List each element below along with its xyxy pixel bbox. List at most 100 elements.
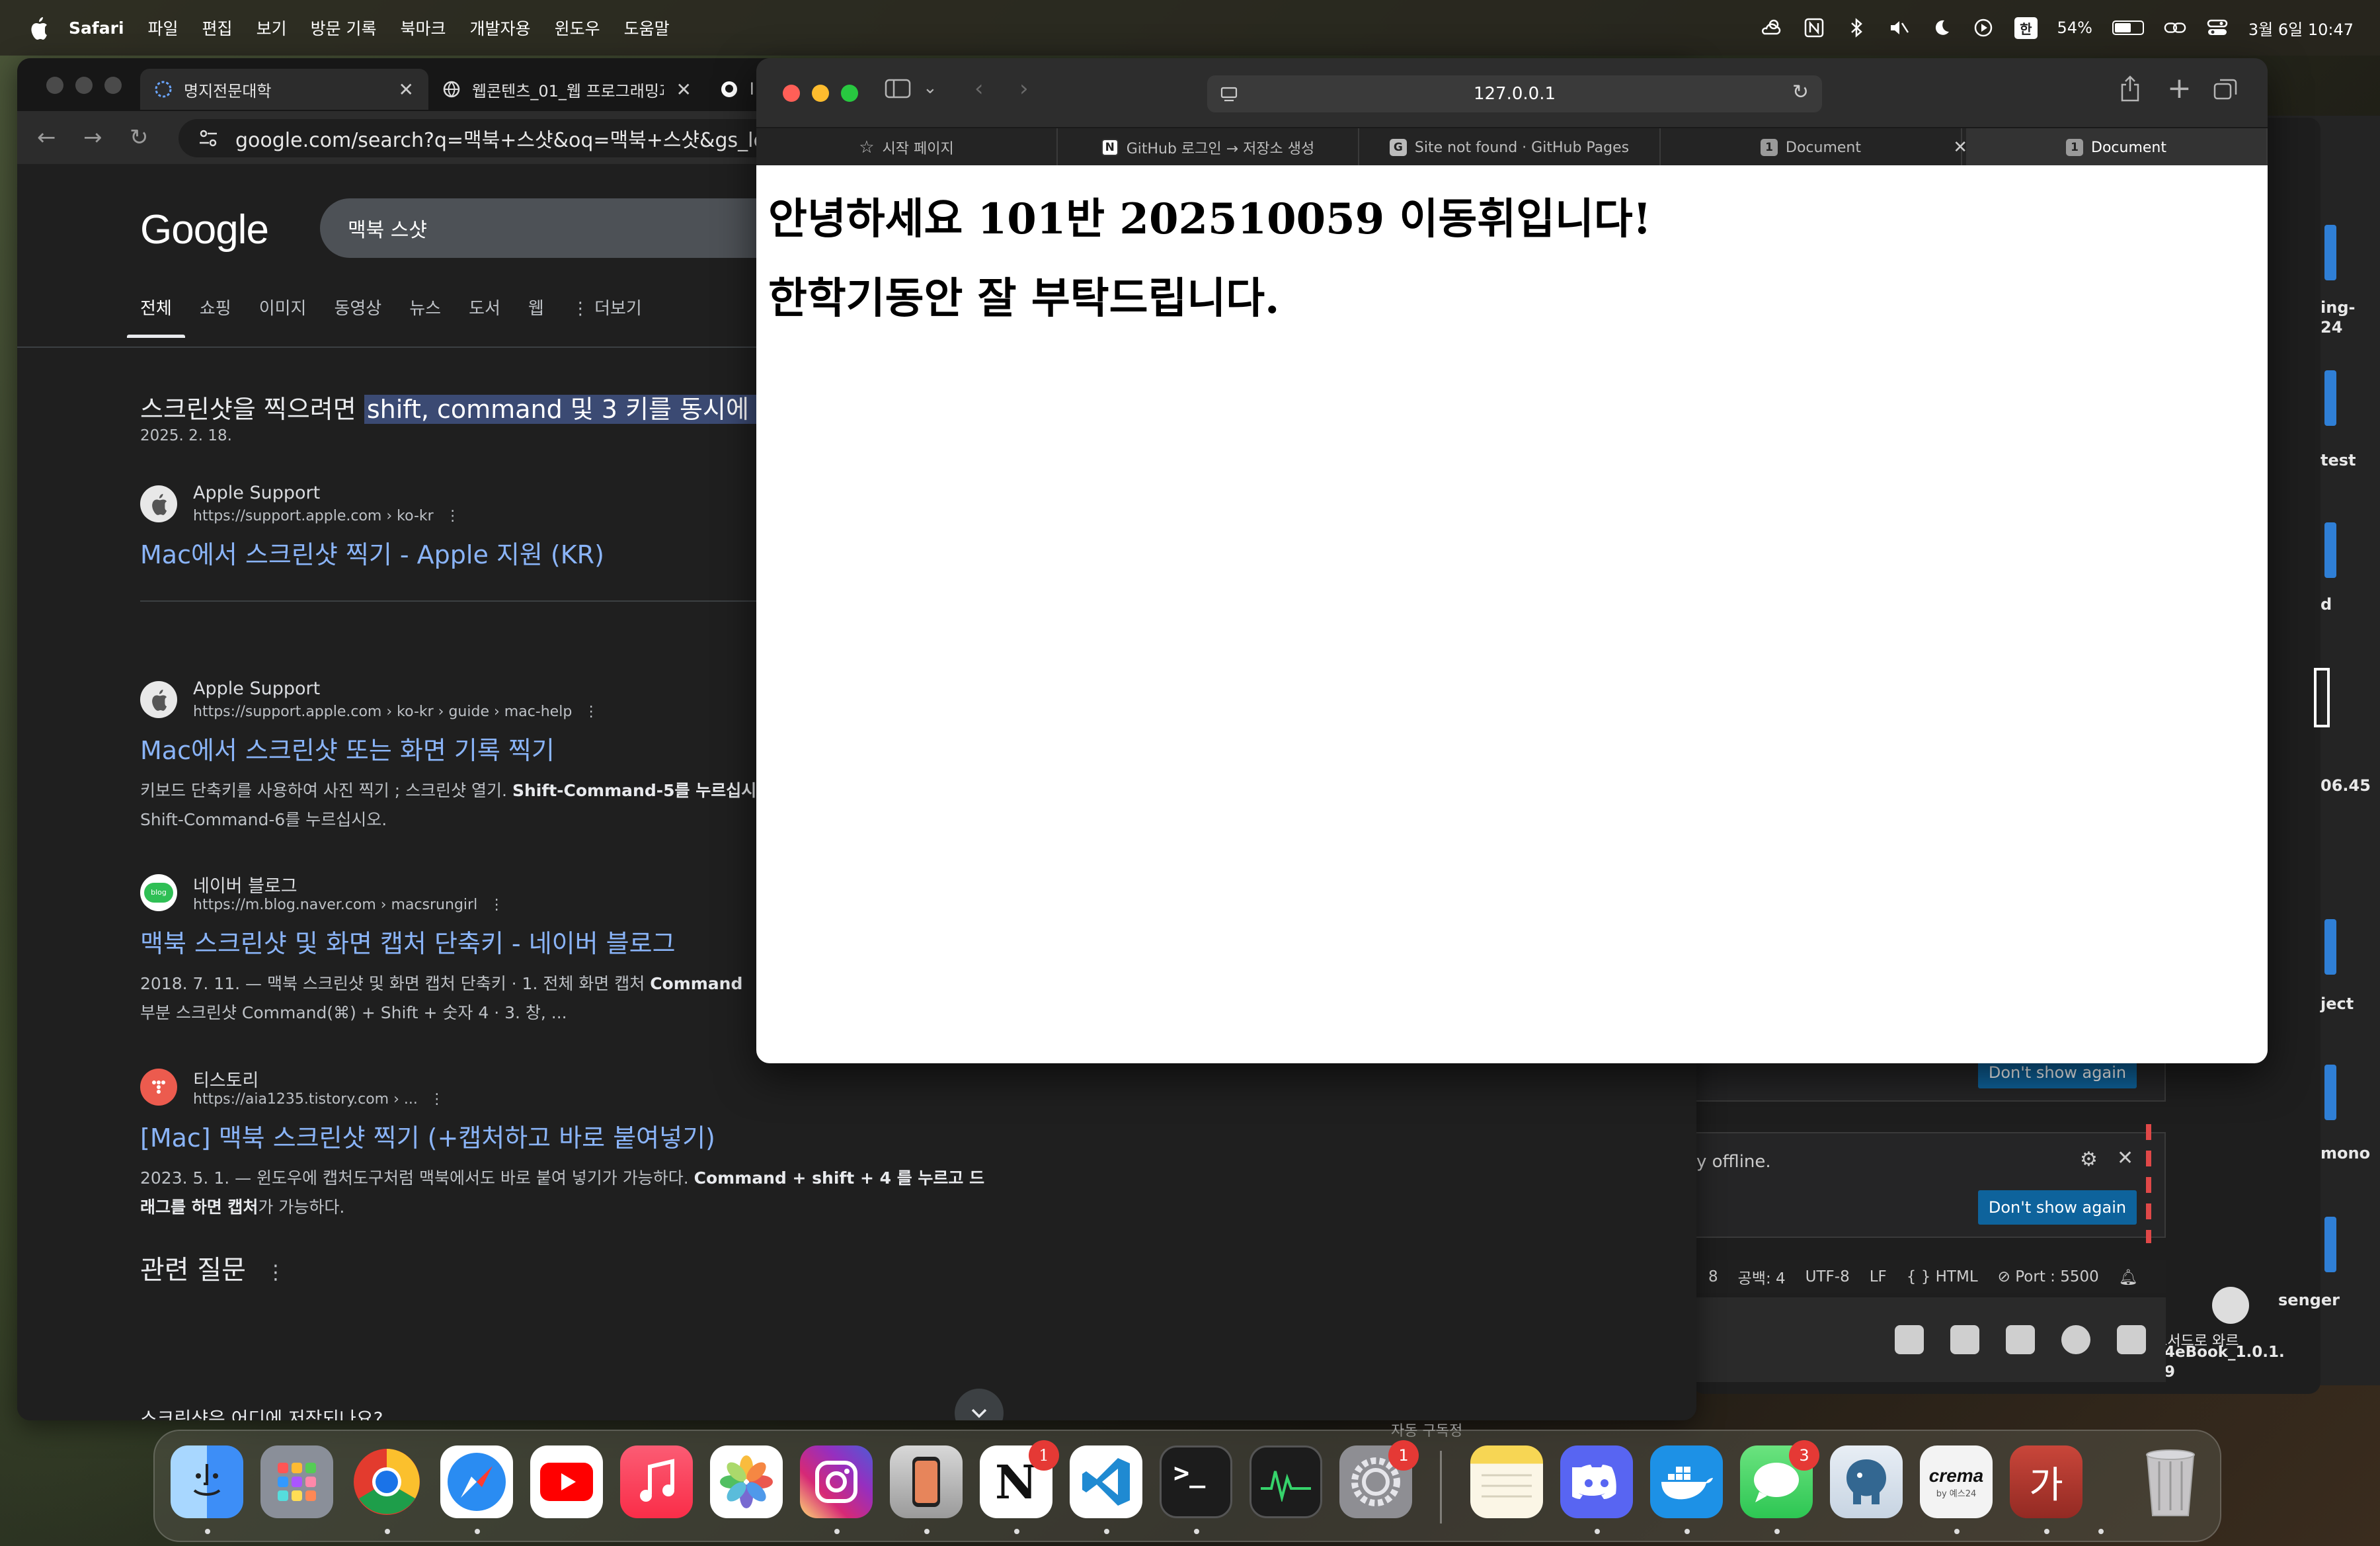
result-source[interactable]: 네이버 블로그: [193, 872, 298, 897]
close-window-button[interactable]: [46, 77, 63, 94]
chrome-tab-mjc[interactable]: 명지전문대학 ✕: [140, 69, 428, 110]
dock-docker[interactable]: [1650, 1445, 1723, 1518]
more-options-icon[interactable]: ⋮: [584, 704, 598, 720]
menu-bookmarks[interactable]: 북마크: [401, 16, 446, 40]
safari-address-bar[interactable]: 127.0.0.1 ↻: [1207, 75, 1822, 112]
menu-clock[interactable]: 3월 6일 10:47: [2248, 17, 2354, 40]
result-title-link[interactable]: 맥북 스크린샷 및 화면 캡처 단축키 - 네이버 블로그: [140, 923, 676, 959]
status-language[interactable]: { } HTML: [1907, 1268, 1978, 1285]
dock-launchpad[interactable]: [260, 1445, 333, 1518]
dock-iphone-mirroring[interactable]: [890, 1445, 963, 1518]
bluetooth-icon[interactable]: [1845, 17, 1868, 39]
menu-window[interactable]: 윈도우: [555, 16, 600, 40]
menu-app-name[interactable]: Safari: [69, 19, 124, 38]
related-question-item[interactable]: 스크린샷은 어디에 저장되나요?: [140, 1404, 1019, 1420]
input-source-indicator[interactable]: 한: [2014, 17, 2038, 39]
menu-help[interactable]: 도움말: [624, 16, 670, 40]
result-url[interactable]: https://support.apple.com › ko-kr ⋮: [193, 508, 460, 524]
status-encoding[interactable]: UTF-8: [1805, 1268, 1850, 1285]
tab-images[interactable]: 이미지: [259, 295, 307, 338]
zoom-window-button[interactable]: [841, 85, 858, 102]
forward-button[interactable]: →: [83, 124, 110, 151]
dock-notes[interactable]: [1470, 1445, 1543, 1518]
dock-notion[interactable]: N1: [980, 1440, 1059, 1518]
tab-news[interactable]: 뉴스: [409, 295, 441, 338]
dock-crema[interactable]: crema by 예스24: [1920, 1445, 1993, 1518]
result-source[interactable]: 티스토리: [193, 1066, 258, 1092]
more-options-icon[interactable]: ⋮: [489, 897, 504, 913]
dock-trash[interactable]: [2134, 1445, 2207, 1518]
status-live-server-port[interactable]: ⊘ Port : 5500: [1998, 1268, 2099, 1285]
battery-icon[interactable]: [2112, 20, 2144, 35]
chevron-down-icon[interactable]: ⌄: [923, 78, 937, 98]
safari-tab-github-pages[interactable]: G Site not found · GitHub Pages: [1359, 128, 1661, 167]
google-logo[interactable]: Google: [140, 206, 269, 253]
page-menu-icon[interactable]: [1220, 86, 1239, 103]
tab-close-icon[interactable]: ✕: [1953, 138, 1967, 157]
minimize-window-button[interactable]: [812, 85, 829, 102]
dock-activity-monitor[interactable]: [1250, 1445, 1322, 1518]
dock-discord[interactable]: [1560, 1445, 1633, 1518]
menu-develop[interactable]: 개발자용: [470, 16, 531, 40]
chevron-down-icon[interactable]: [955, 1389, 1004, 1420]
menu-file[interactable]: 파일: [148, 16, 178, 40]
dock-chrome[interactable]: [350, 1445, 423, 1518]
menu-edit[interactable]: 편집: [202, 16, 233, 40]
weather-icon[interactable]: [1761, 17, 1783, 39]
tab-books[interactable]: 도서: [469, 295, 500, 338]
zoom-window-button[interactable]: [104, 77, 122, 94]
dock-safari[interactable]: [440, 1445, 513, 1518]
more-options-icon[interactable]: ⋮: [430, 1091, 444, 1108]
apps-icon[interactable]: [2117, 1325, 2146, 1354]
tab-web[interactable]: 웹: [528, 295, 544, 338]
dock-dictionary[interactable]: 가: [2010, 1445, 2082, 1518]
google-search-input[interactable]: 맥북 스샷: [320, 198, 783, 258]
minimize-window-button[interactable]: [75, 77, 93, 94]
sidebar-toggle-icon[interactable]: [885, 78, 911, 105]
link-icon[interactable]: [2164, 17, 2186, 39]
close-icon[interactable]: ✕: [2117, 1147, 2133, 1170]
result-title-link[interactable]: Mac에서 스크린샷 찍기 - Apple 지원 (KR): [140, 534, 604, 571]
tab-all[interactable]: 전체: [127, 295, 185, 338]
dock-vscode[interactable]: [1070, 1445, 1142, 1518]
gear-icon[interactable]: ⚙: [2080, 1148, 2098, 1171]
safari-tab-document[interactable]: 1 Document ✕: [1661, 128, 1967, 167]
dock-finder[interactable]: [171, 1445, 243, 1518]
reload-button[interactable]: ↻: [130, 124, 156, 151]
dont-show-again-button-2[interactable]: Don't show again: [1978, 1190, 2137, 1225]
new-tab-icon[interactable]: +: [2167, 71, 2192, 105]
reload-icon[interactable]: ↻: [1792, 81, 1809, 104]
tab-overview-icon[interactable]: [2213, 78, 2237, 106]
gif-icon[interactable]: [1950, 1325, 1979, 1354]
status-line[interactable]: 8: [1708, 1268, 1718, 1285]
control-center-icon[interactable]: [2206, 17, 2229, 39]
close-window-button[interactable]: [783, 85, 800, 102]
safari-tab-github-login[interactable]: N GitHub 로그인 → 저장소 생성: [1058, 128, 1359, 167]
safari-tab-document-active[interactable]: 1 Document: [1966, 128, 2268, 167]
notion-menubar-icon[interactable]: [1803, 17, 1825, 39]
tab-videos[interactable]: 동영상: [334, 295, 381, 338]
sound-muted-icon[interactable]: [1887, 17, 1910, 39]
tab-close-icon[interactable]: ✕: [676, 79, 692, 101]
dock-instagram[interactable]: [800, 1445, 873, 1518]
forward-button[interactable]: ›: [1019, 75, 1029, 102]
result-source[interactable]: Apple Support: [193, 678, 320, 699]
emoji-icon[interactable]: [2061, 1325, 2090, 1354]
apple-menu-icon[interactable]: [28, 16, 49, 40]
dock-youtube[interactable]: [530, 1445, 603, 1518]
menu-history[interactable]: 방문 기록: [311, 16, 377, 40]
sticker-icon[interactable]: [2006, 1325, 2035, 1354]
result-source[interactable]: Apple Support: [193, 483, 320, 503]
safari-tab-start-page[interactable]: ☆ 시작 페이지: [756, 128, 1058, 167]
dock-pgadmin[interactable]: [1830, 1445, 1903, 1518]
result-title-link[interactable]: [Mac] 맥북 스크린샷 찍기 (+캡처하고 바로 붙여넣기): [140, 1118, 715, 1154]
result-url[interactable]: https://aia1235.tistory.com › ... ⋮: [193, 1091, 444, 1108]
tab-close-icon[interactable]: ✕: [399, 79, 414, 101]
back-button[interactable]: ←: [37, 124, 63, 151]
dock-messages[interactable]: 3: [1740, 1440, 1819, 1518]
focus-moon-icon[interactable]: [1930, 17, 1952, 39]
dock-system-settings[interactable]: 1: [1339, 1440, 1419, 1518]
tab-shopping[interactable]: 쇼핑: [200, 295, 231, 338]
now-playing-icon[interactable]: [1972, 17, 1995, 39]
result-url[interactable]: https://m.blog.naver.com › macsrungirl ⋮: [193, 897, 504, 913]
